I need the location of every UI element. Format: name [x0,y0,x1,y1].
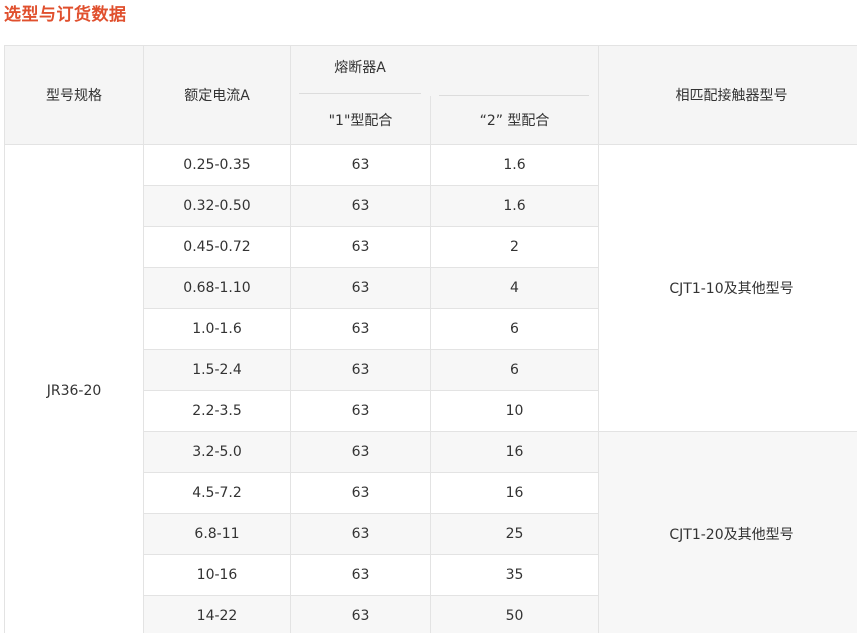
type1-cell: 63 [290,308,431,350]
type2-cell: 4 [430,267,599,309]
type2-cell: 6 [430,349,599,391]
type2-cell: 1.6 [430,144,599,186]
page-title: 选型与订货数据 [4,5,127,25]
type2-cell: 16 [430,472,599,514]
type1-cell: 63 [290,472,431,514]
type1-cell: 63 [290,431,431,473]
type2-cell: 35 [430,554,599,596]
current-cell: 0.25-0.35 [143,144,291,186]
current-cell: 14-22 [143,595,291,633]
type1-cell: 63 [290,554,431,596]
type2-cell: 25 [430,513,599,555]
type2-cell: 10 [430,390,599,432]
current-cell: 10-16 [143,554,291,596]
current-cell: 6.8-11 [143,513,291,555]
contactor-cell: CJT1-20及其他型号 [598,431,857,633]
selection-table: 型号规格 额定电流A 熔断器A 相匹配接触器型号 "1"型配合 “2” 型配合 … [4,45,857,633]
type1-cell: 63 [290,267,431,309]
header-type1: "1"型配合 [290,96,431,145]
table-row: JR36-20 0.25-0.35 63 1.6 CJT1-10及其他型号 [4,144,857,633]
current-cell: 2.2-3.5 [143,390,291,432]
current-cell: 0.68-1.10 [143,267,291,309]
header-model: 型号规格 [4,45,144,145]
type1-cell: 63 [290,513,431,555]
header-type2: “2” 型配合 [430,96,599,145]
contactor-cell: CJT1-10及其他型号 [598,144,857,432]
type1-cell: 63 [290,185,431,227]
header-fuse-spacer [430,45,599,96]
type1-cell: 63 [290,144,431,186]
type2-cell: 6 [430,308,599,350]
model-cell: JR36-20 [4,144,144,633]
current-cell: 1.0-1.6 [143,308,291,350]
current-cell: 0.32-0.50 [143,185,291,227]
header-fuse: 熔断器A [299,57,421,94]
type2-cell: 2 [430,226,599,268]
current-cell: 3.2-5.0 [143,431,291,473]
type1-cell: 63 [290,595,431,633]
current-cell: 0.45-0.72 [143,226,291,268]
header-row: 型号规格 额定电流A 熔断器A 相匹配接触器型号 [4,45,857,145]
type1-cell: 63 [290,390,431,432]
header-rated-current: 额定电流A [143,45,291,145]
type2-cell: 1.6 [430,185,599,227]
type2-cell: 16 [430,431,599,473]
header-fuse-group: 熔断器A [290,45,431,96]
type1-cell: 63 [290,226,431,268]
type2-cell: 50 [430,595,599,633]
current-cell: 1.5-2.4 [143,349,291,391]
current-cell: 4.5-7.2 [143,472,291,514]
header-contactor: 相匹配接触器型号 [598,45,857,145]
type1-cell: 63 [290,349,431,391]
